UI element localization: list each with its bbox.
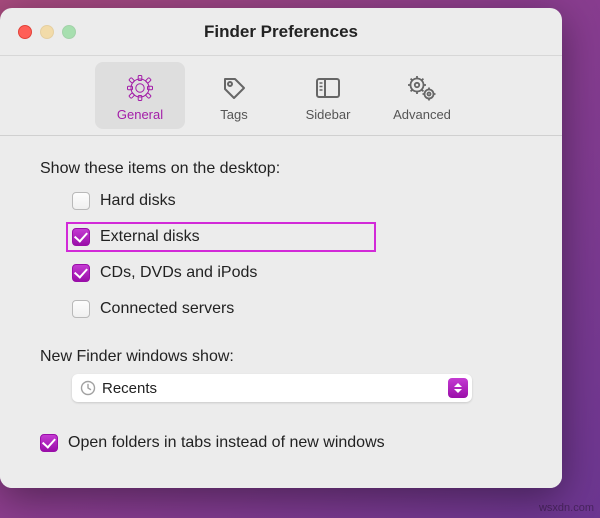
checkbox-label: External disks bbox=[100, 228, 200, 246]
checkbox-row-open-in-tabs[interactable]: Open folders in tabs instead of new wind… bbox=[40, 428, 522, 458]
checkbox-hard-disks[interactable] bbox=[72, 192, 90, 210]
gear-icon bbox=[125, 73, 155, 103]
new-windows-popup[interactable]: Recents bbox=[72, 374, 472, 402]
finder-preferences-window: Finder Preferences General bbox=[0, 8, 562, 488]
preferences-body: Show these items on the desktop: Hard di… bbox=[0, 136, 562, 488]
tab-tags-label: Tags bbox=[220, 107, 247, 122]
new-windows-label: New Finder windows show: bbox=[40, 348, 522, 366]
titlebar: Finder Preferences bbox=[0, 8, 562, 56]
gears-icon bbox=[405, 73, 439, 103]
checkbox-external-disks[interactable] bbox=[72, 228, 90, 246]
checkbox-row-cds-dvds-ipods[interactable]: CDs, DVDs and iPods bbox=[72, 258, 522, 288]
checkbox-row-hard-disks[interactable]: Hard disks bbox=[72, 186, 522, 216]
checkbox-label: Connected servers bbox=[100, 300, 234, 318]
tab-sidebar-label: Sidebar bbox=[306, 107, 351, 122]
desktop-items-list: Hard disks External disks CDs, DVDs and … bbox=[72, 186, 522, 324]
window-controls bbox=[18, 25, 76, 39]
desktop-items-label: Show these items on the desktop: bbox=[40, 160, 522, 178]
checkbox-cds-dvds-ipods[interactable] bbox=[72, 264, 90, 282]
popup-arrows-icon bbox=[448, 378, 468, 398]
tab-general-label: General bbox=[117, 107, 163, 122]
checkbox-label: Hard disks bbox=[100, 192, 176, 210]
checkbox-label: CDs, DVDs and iPods bbox=[100, 264, 257, 282]
tab-advanced[interactable]: Advanced bbox=[377, 62, 467, 129]
checkbox-label: Open folders in tabs instead of new wind… bbox=[68, 434, 385, 452]
tab-general[interactable]: General bbox=[95, 62, 185, 129]
checkbox-connected-servers[interactable] bbox=[72, 300, 90, 318]
close-window-button[interactable] bbox=[18, 25, 32, 39]
tag-icon bbox=[219, 73, 249, 103]
tab-sidebar[interactable]: Sidebar bbox=[283, 62, 373, 129]
tab-tags[interactable]: Tags bbox=[189, 62, 279, 129]
minimize-window-button bbox=[40, 25, 54, 39]
new-windows-value: Recents bbox=[102, 380, 442, 397]
recents-icon bbox=[80, 380, 96, 396]
checkbox-open-in-tabs[interactable] bbox=[40, 434, 58, 452]
window-title: Finder Preferences bbox=[0, 22, 562, 42]
preferences-toolbar: General Tags Sidebar bbox=[0, 56, 562, 136]
checkbox-row-external-disks[interactable]: External disks bbox=[66, 222, 376, 252]
sidebar-icon bbox=[313, 73, 343, 103]
checkbox-row-connected-servers[interactable]: Connected servers bbox=[72, 294, 522, 324]
watermark-text: wsxdn.com bbox=[539, 502, 594, 514]
tab-advanced-label: Advanced bbox=[393, 107, 451, 122]
zoom-window-button bbox=[62, 25, 76, 39]
